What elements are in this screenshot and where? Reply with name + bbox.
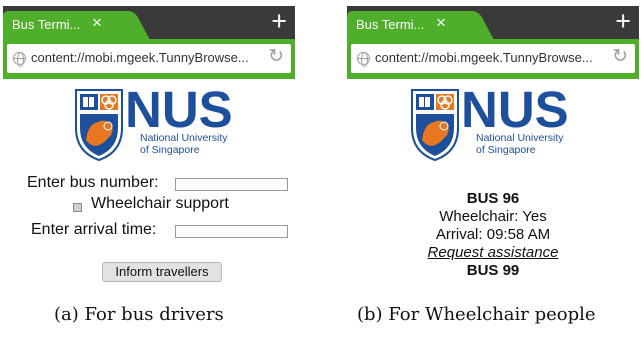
university-name: National University of Singapore: [140, 132, 228, 156]
nus-crest-icon: [75, 89, 123, 162]
browser-screen-bus-drivers: Bus Termi... × + content://mobi.mgeek.Tu…: [3, 6, 295, 284]
tab-strip: Bus Termi... × +: [3, 6, 295, 39]
new-tab-icon[interactable]: +: [615, 7, 631, 35]
close-tab-icon[interactable]: ×: [92, 14, 102, 32]
url-field[interactable]: content://mobi.mgeek.TunnyBrowse... ↻: [351, 44, 635, 73]
url-text: content://mobi.mgeek.TunnyBrowse...: [31, 50, 249, 65]
nus-logo: NUS National University of Singapore: [74, 81, 242, 162]
request-assistance-link[interactable]: Request assistance: [347, 244, 639, 262]
nus-wordmark: NUS: [125, 81, 233, 138]
browser-tab[interactable]: Bus Termi... ×: [347, 11, 475, 39]
reload-icon[interactable]: ↻: [268, 46, 284, 68]
wheelchair-checkbox[interactable]: [73, 203, 82, 212]
tab-strip: Bus Termi... × +: [347, 6, 639, 39]
globe-icon: [357, 52, 370, 67]
bus-99-card: BUS 99: [347, 262, 639, 280]
university-name: National University of Singapore: [476, 132, 564, 156]
inform-travellers-button[interactable]: Inform travellers: [102, 262, 222, 282]
browser-screen-wheelchair: Bus Termi... × + content://mobi.mgeek.Tu…: [347, 6, 639, 284]
bus-title: BUS 96: [466, 190, 520, 207]
address-bar: content://mobi.mgeek.TunnyBrowse... ↻: [3, 39, 295, 79]
bus-number-label: Enter bus number:: [27, 174, 159, 191]
globe-icon: [13, 52, 26, 67]
bus-number-input[interactable]: [175, 178, 288, 191]
caption-a: (a) For bus drivers: [54, 304, 224, 325]
bus-title: BUS 99: [466, 262, 520, 279]
arrival-time-label: Enter arrival time:: [31, 221, 157, 238]
arrival-time: Arrival: 09:58 AM: [435, 226, 551, 243]
close-tab-icon[interactable]: ×: [436, 14, 446, 32]
browser-tab[interactable]: Bus Termi... ×: [3, 11, 131, 39]
url-field[interactable]: content://mobi.mgeek.TunnyBrowse... ↻: [7, 44, 291, 73]
caption-b: (b) For Wheelchair people: [357, 304, 596, 325]
arrival-time-input[interactable]: [175, 225, 288, 238]
wheelchair-label: Wheelchair support: [91, 195, 229, 212]
reload-icon[interactable]: ↻: [612, 46, 628, 68]
nus-logo: NUS National University of Singapore: [410, 81, 578, 162]
new-tab-icon[interactable]: +: [271, 7, 287, 35]
nus-crest-icon: [411, 89, 459, 162]
address-bar: content://mobi.mgeek.TunnyBrowse... ↻: [347, 39, 639, 79]
nus-wordmark: NUS: [461, 81, 569, 138]
url-text: content://mobi.mgeek.TunnyBrowse...: [375, 50, 593, 65]
wheelchair-status: Wheelchair: Yes: [439, 208, 547, 225]
bus-96-card: BUS 96 Wheelchair: Yes Arrival: 09:58 AM…: [347, 190, 639, 262]
tab-title: Bus Termi...: [12, 17, 81, 32]
tab-title: Bus Termi...: [356, 17, 425, 32]
